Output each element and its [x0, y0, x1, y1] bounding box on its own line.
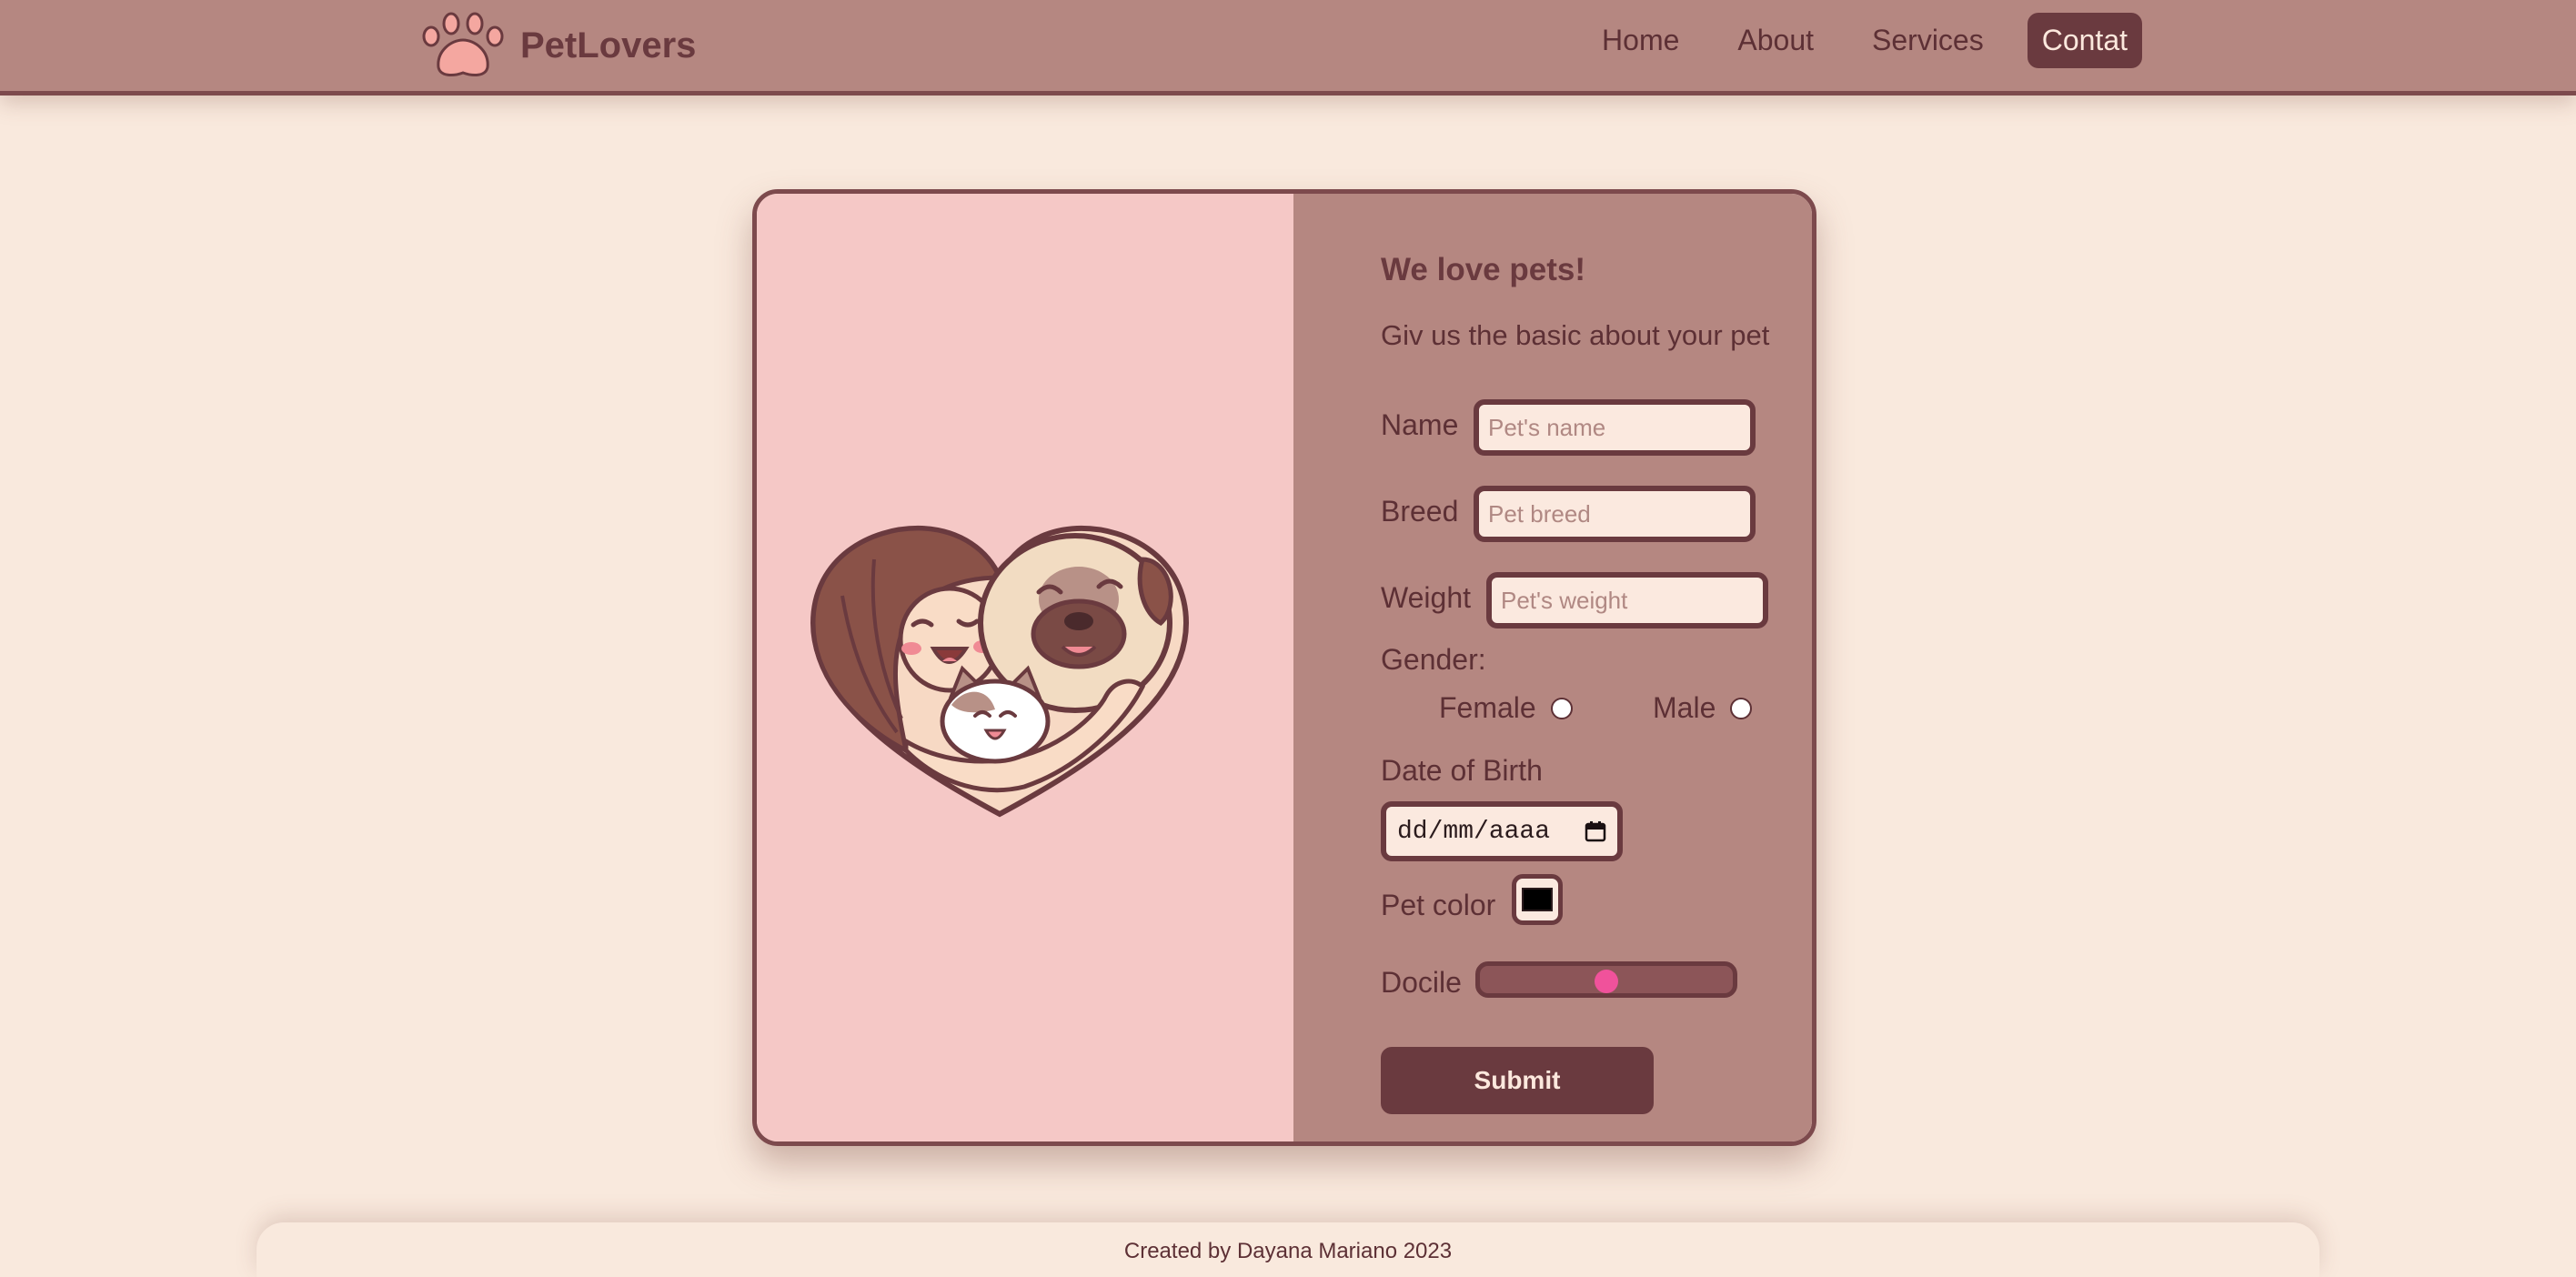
footer-credit: Created by Dayana Mariano 2023: [1123, 1239, 1453, 1263]
pet-color-label: Pet color: [1381, 889, 1496, 921]
gender-female-radio[interactable]: [1551, 698, 1573, 719]
nav-services[interactable]: Services: [1857, 13, 1998, 68]
site-footer: Created by Dayana Mariano 2023: [257, 1222, 2319, 1277]
site-header: PetLovers Home About Services Contat: [0, 0, 2576, 96]
paw-logo-icon: [422, 12, 504, 76]
brand-name: PetLovers: [520, 25, 697, 65]
gender-label: Gender:: [1381, 643, 1486, 676]
nav-home[interactable]: Home: [1587, 13, 1694, 68]
pet-color-picker[interactable]: [1512, 874, 1563, 925]
dob-label: Date of Birth: [1381, 754, 1543, 787]
form-title: We love pets!: [1381, 252, 1585, 287]
calendar-icon[interactable]: [1585, 820, 1606, 842]
heart-girl-pug-cat-illustration: [810, 525, 1190, 818]
submit-button[interactable]: Submit: [1381, 1047, 1654, 1114]
gender-female-label: Female: [1439, 691, 1536, 724]
docile-slider[interactable]: [1475, 961, 1737, 998]
dob-input[interactable]: dd/mm/aaaa: [1381, 801, 1623, 861]
pet-breed-input[interactable]: [1474, 486, 1756, 542]
pet-form-card: We love pets! Giv us the basic about you…: [752, 189, 1816, 1146]
gender-male-radio[interactable]: [1730, 698, 1752, 719]
weight-label: Weight: [1381, 581, 1472, 614]
dob-value: dd/mm/aaaa: [1397, 817, 1551, 846]
breed-label: Breed: [1381, 495, 1459, 528]
pet-name-input[interactable]: [1474, 399, 1756, 456]
nav-contact[interactable]: Contat: [2027, 13, 2142, 68]
illustration-panel: [757, 194, 1293, 1141]
main-nav: Home About Services Contat: [1558, 13, 2142, 68]
docile-slider-thumb[interactable]: [1595, 970, 1618, 993]
nav-about[interactable]: About: [1723, 13, 1828, 68]
gender-male-label: Male: [1653, 691, 1716, 724]
form-panel: We love pets! Giv us the basic about you…: [1293, 194, 1812, 1141]
brand[interactable]: PetLovers: [420, 11, 696, 80]
pet-weight-input[interactable]: [1486, 572, 1768, 628]
name-label: Name: [1381, 408, 1459, 441]
docile-label: Docile: [1381, 966, 1462, 999]
pet-color-swatch: [1522, 888, 1553, 911]
form-subtitle: Giv us the basic about your pet: [1381, 319, 1770, 351]
